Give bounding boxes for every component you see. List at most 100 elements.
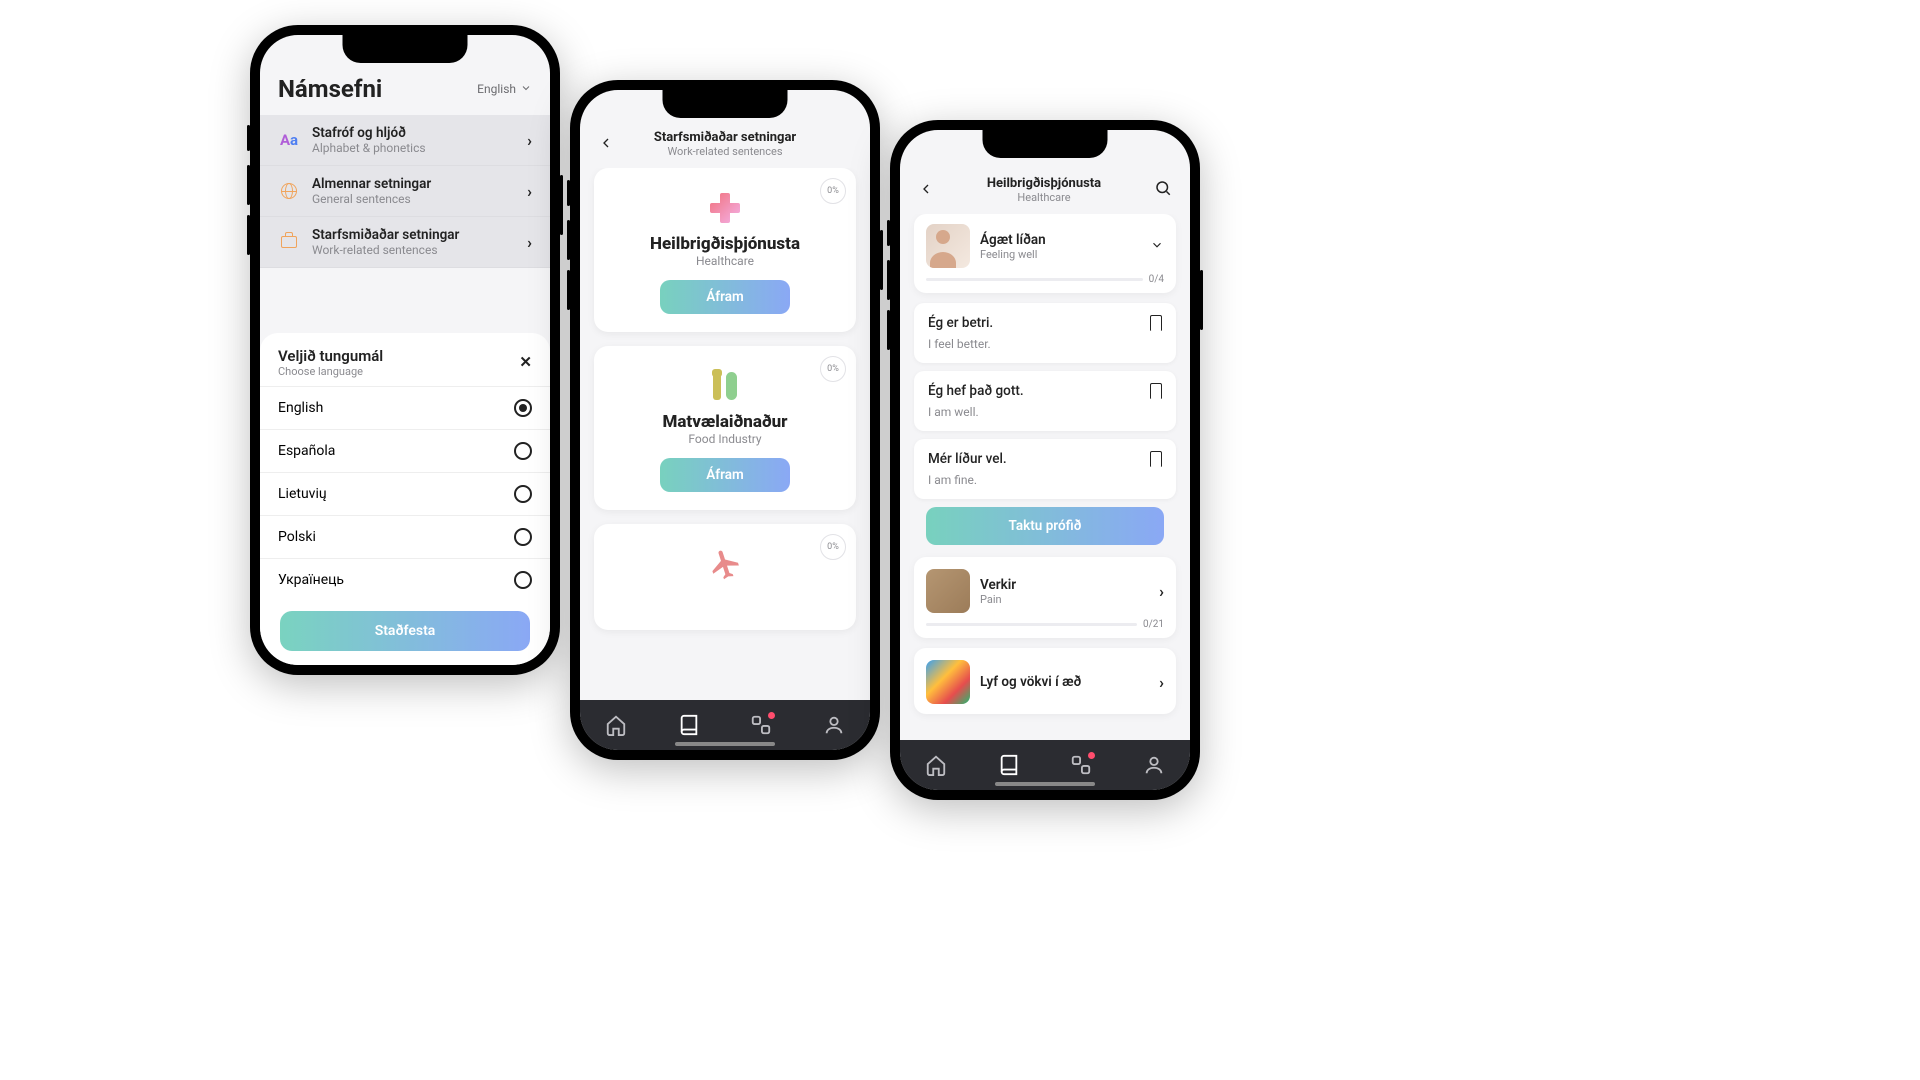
aa-icon: Aa — [278, 131, 300, 149]
chevron-right-icon: › — [527, 131, 532, 150]
sentence-text: Ég er betri. — [928, 315, 993, 331]
section-sub: Pain — [980, 593, 1016, 606]
sheet-title: Veljið tungumál — [278, 347, 383, 365]
sentence-translation: I feel better. — [928, 337, 1162, 351]
category-title: Starfsmiðaðar setningar — [312, 227, 459, 243]
language-option-lietuviu[interactable]: Lietuvių — [260, 472, 550, 515]
sentence-text: Mér líður vel. — [928, 451, 1007, 467]
screen-subtitle: Healthcare — [942, 191, 1146, 204]
progress-count: 0/4 — [1149, 274, 1164, 285]
category-row-alphabet[interactable]: Aa Stafróf og hljóð Alphabet & phonetics… — [260, 115, 550, 166]
home-indicator — [995, 782, 1095, 786]
category-sub: General sentences — [312, 192, 431, 206]
page-title: Námsefni — [278, 75, 382, 103]
screen-title: Heilbrigðisþjónusta — [942, 176, 1146, 191]
option-label: Española — [278, 443, 335, 459]
topic-card-healthcare[interactable]: 0% Heilbrigðisþjónusta Healthcare Áfram — [594, 168, 856, 332]
chevron-down-icon — [520, 82, 532, 97]
back-button[interactable] — [918, 178, 934, 202]
search-button[interactable] — [1154, 179, 1172, 202]
progress-badge: 0% — [820, 356, 846, 382]
tab-learn[interactable] — [998, 754, 1020, 776]
progress-count: 0/21 — [1143, 619, 1164, 630]
tab-profile[interactable] — [823, 714, 845, 736]
take-test-button[interactable]: Taktu prófið — [926, 507, 1164, 545]
category-title: Almennar setningar — [312, 176, 431, 192]
radio-unselected-icon — [514, 485, 532, 503]
chevron-right-icon: › — [1159, 582, 1164, 601]
language-current: English — [477, 82, 516, 96]
card-title: Matvælaiðnaður — [610, 412, 840, 432]
chevron-right-icon: › — [1159, 673, 1164, 692]
chevron-down-icon — [1150, 237, 1164, 256]
chevron-right-icon: › — [527, 182, 532, 201]
section-thumbnail — [926, 569, 970, 613]
language-option-ukrainian[interactable]: Українець — [260, 558, 550, 601]
radio-unselected-icon — [514, 571, 532, 589]
section-thumbnail — [926, 224, 970, 268]
notification-dot-icon — [768, 712, 775, 719]
topic-card-next[interactable]: 0% — [594, 524, 856, 630]
radio-unselected-icon — [514, 442, 532, 460]
bookmark-icon[interactable] — [1150, 451, 1162, 467]
briefcase-icon — [278, 236, 300, 248]
lesson-section-pain[interactable]: Verkir Pain › 0/21 — [914, 557, 1176, 638]
sentence-translation: I am fine. — [928, 473, 1162, 487]
cutlery-icon — [610, 368, 840, 404]
bookmark-icon[interactable] — [1150, 383, 1162, 399]
section-title: Lyf og vökvi í æð — [980, 674, 1081, 690]
airplane-icon — [610, 511, 840, 616]
category-sub: Alphabet & phonetics — [312, 141, 426, 155]
continue-button[interactable]: Áfram — [660, 458, 790, 492]
category-sub: Work-related sentences — [312, 243, 459, 257]
language-option-english[interactable]: English — [260, 386, 550, 429]
section-title: Verkir — [980, 577, 1016, 593]
screen-subtitle: Work-related sentences — [622, 145, 828, 158]
continue-button[interactable]: Áfram — [660, 280, 790, 314]
lesson-section-meds[interactable]: Lyf og vökvi í æð › — [914, 648, 1176, 714]
tab-games[interactable] — [750, 714, 772, 736]
tab-profile[interactable] — [1143, 754, 1165, 776]
language-option-polski[interactable]: Polski — [260, 515, 550, 558]
section-title: Ágæt líðan — [980, 232, 1046, 248]
option-label: English — [278, 400, 323, 416]
sentence-card[interactable]: Mér líður vel. I am fine. — [914, 439, 1176, 499]
screen-title: Starfsmiðaðar setningar — [622, 130, 828, 145]
category-row-general[interactable]: Almennar setningar General sentences › — [260, 166, 550, 217]
topic-card-food[interactable]: 0% Matvælaiðnaður Food Industry Áfram — [594, 346, 856, 510]
sentence-card[interactable]: Ég hef það gott. I am well. — [914, 371, 1176, 431]
card-title: Heilbrigðisþjónusta — [610, 234, 840, 254]
section-header[interactable]: Ágæt líðan Feeling well — [914, 214, 1176, 274]
sentence-translation: I am well. — [928, 405, 1162, 419]
close-icon[interactable]: ✕ — [519, 347, 532, 371]
progress-bar — [926, 278, 1143, 281]
category-row-work[interactable]: Starfsmiðaðar setningar Work-related sen… — [260, 217, 550, 268]
sheet-sub: Choose language — [278, 365, 383, 378]
section-thumbnail — [926, 660, 970, 704]
tab-home[interactable] — [925, 754, 947, 776]
tab-home[interactable] — [605, 714, 627, 736]
card-subtitle: Healthcare — [610, 254, 840, 268]
language-dropdown[interactable]: English — [477, 82, 532, 97]
option-label: Українець — [278, 572, 344, 588]
confirm-button[interactable]: Staðfesta — [280, 611, 530, 651]
home-indicator — [675, 742, 775, 746]
globe-icon — [278, 183, 300, 199]
section-sub: Feeling well — [980, 248, 1046, 261]
tab-bar — [900, 740, 1190, 790]
tab-learn[interactable] — [678, 714, 700, 736]
language-sheet: Veljið tungumál Choose language ✕ Englis… — [260, 333, 550, 665]
medical-plus-icon — [610, 190, 840, 226]
card-subtitle: Food Industry — [610, 432, 840, 446]
bookmark-icon[interactable] — [1150, 315, 1162, 331]
sentence-text: Ég hef það gott. — [928, 383, 1024, 399]
back-button[interactable] — [598, 132, 614, 156]
tab-bar — [580, 700, 870, 750]
progress-badge: 0% — [820, 178, 846, 204]
language-option-espanola[interactable]: Española — [260, 429, 550, 472]
progress-bar — [926, 623, 1137, 626]
tab-games[interactable] — [1070, 754, 1092, 776]
chevron-right-icon: › — [527, 233, 532, 252]
notification-dot-icon — [1088, 752, 1095, 759]
sentence-card[interactable]: Ég er betri. I feel better. — [914, 303, 1176, 363]
